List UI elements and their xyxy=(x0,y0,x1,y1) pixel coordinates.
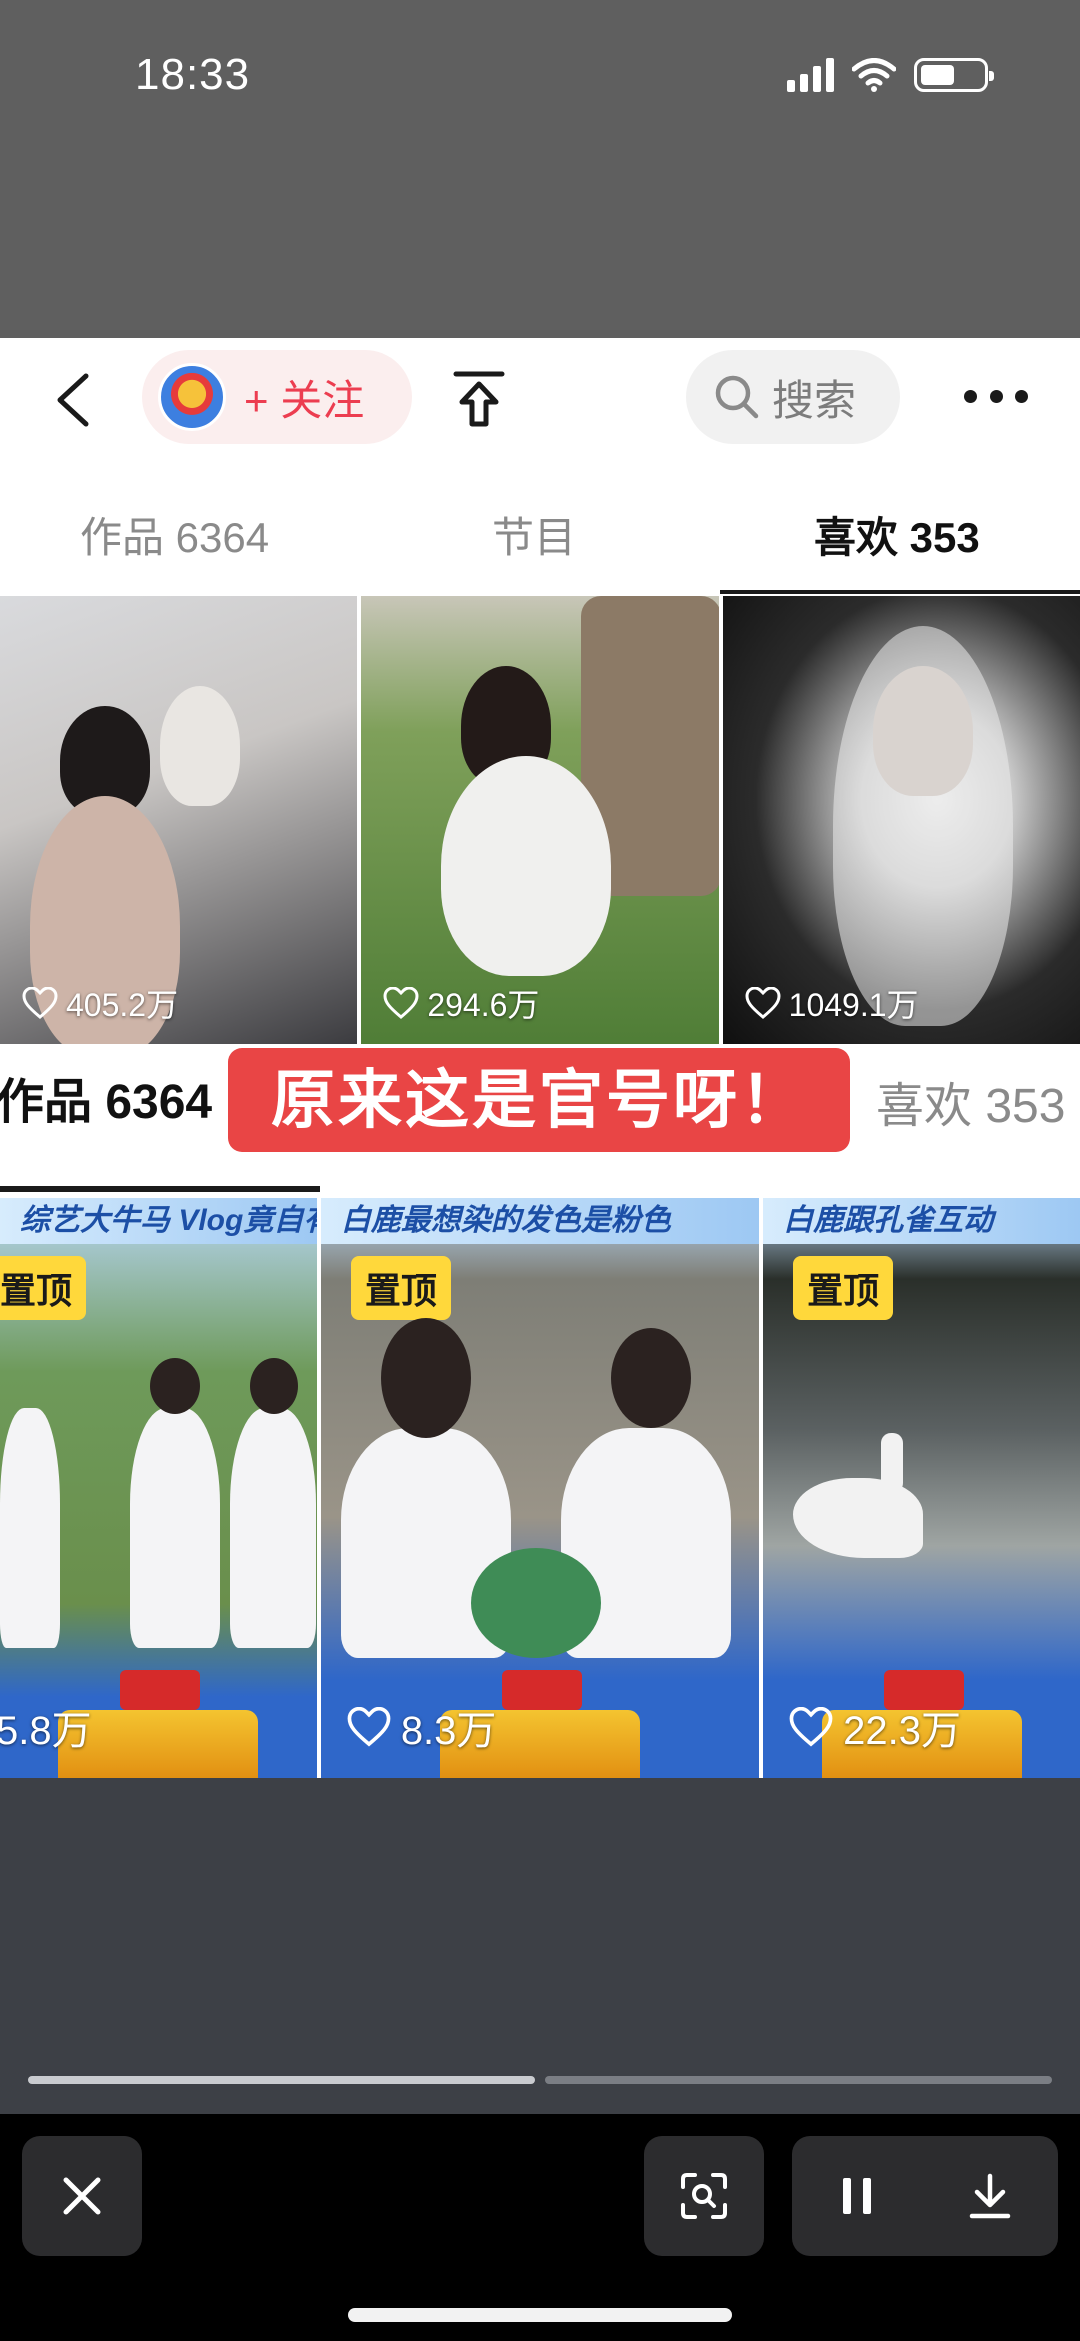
viewer-toolbar xyxy=(0,2114,1080,2341)
active-tab-indicator xyxy=(720,590,1080,594)
status-bar: 18:33 xyxy=(0,0,1080,338)
liked-video-grid: 405.2万 294.6万 1049.1万 xyxy=(0,596,1080,1048)
more-dots-icon[interactable] xyxy=(964,390,1028,404)
follow-button[interactable]: + 关注 xyxy=(142,350,412,444)
like-count-value: 405.2万 xyxy=(66,987,179,1023)
follow-label: + 关注 xyxy=(244,376,365,424)
pinned-badge: 置顶 xyxy=(0,1256,87,1320)
video-banner: 综艺大牛马 Vlog竟自有了 xyxy=(0,1198,317,1244)
pinned-badge: 置顶 xyxy=(793,1256,894,1320)
heart-icon xyxy=(789,1707,833,1747)
progress-segment xyxy=(28,2076,535,2084)
search-icon xyxy=(715,375,759,419)
like-count: 22.3万 xyxy=(789,1698,961,1756)
wifi-icon xyxy=(852,58,896,92)
scan-search-button[interactable] xyxy=(644,2136,764,2256)
download-icon[interactable] xyxy=(967,2172,1013,2220)
tab-programs[interactable]: 节目 xyxy=(492,498,576,578)
like-count: 8.3万 xyxy=(347,1698,497,1756)
signal-icon xyxy=(787,58,834,92)
video-card[interactable]: 1049.1万 xyxy=(722,596,1080,1048)
like-count-value: 5.8万 xyxy=(0,1709,92,1753)
like-count-value: 22.3万 xyxy=(843,1709,962,1753)
zoomed-tab-likes: 喜欢 353 xyxy=(876,1080,1066,1133)
video-card[interactable]: 294.6万 xyxy=(361,596,719,1048)
video-card[interactable]: 综艺大牛马 Vlog竟自有了 置顶 5.8万 xyxy=(0,1198,317,1778)
heart-icon xyxy=(22,987,58,1019)
status-time: 18:33 xyxy=(135,50,251,99)
scan-search-icon xyxy=(681,2173,727,2219)
heart-icon xyxy=(383,987,419,1019)
search-label: 搜索 xyxy=(772,376,857,424)
tab-works[interactable]: 作品 6364 xyxy=(80,498,269,578)
close-button[interactable] xyxy=(22,2136,142,2256)
video-caption: 原来这是官号呀！ xyxy=(228,1048,850,1152)
share-up-icon[interactable] xyxy=(452,368,506,430)
avatar xyxy=(158,363,226,431)
media-controls xyxy=(792,2136,1058,2256)
heart-icon xyxy=(745,987,781,1019)
top-nav: + 关注 搜索 xyxy=(0,338,1080,458)
pinned-badge: 置顶 xyxy=(350,1256,451,1320)
heart-icon xyxy=(347,1707,391,1747)
progress-segment xyxy=(545,2076,1052,2084)
video-card[interactable]: 白鹿最想染的发色是粉色 置顶 8.3万 xyxy=(320,1198,760,1778)
works-video-grid: 综艺大牛马 Vlog竟自有了 置顶 5.8万 白鹿最想染的发色是粉色 置顶 8.… xyxy=(0,1198,1080,1778)
like-count: 294.6万 xyxy=(383,980,539,1026)
like-count: 1049.1万 xyxy=(745,980,919,1026)
story-progress xyxy=(28,2076,1052,2084)
like-count-value: 8.3万 xyxy=(400,1709,497,1753)
tab-likes[interactable]: 喜欢 353 xyxy=(814,498,980,578)
video-card[interactable]: 405.2万 xyxy=(0,596,358,1048)
zoomed-tab-works: 作品 6364 xyxy=(0,1076,213,1129)
profile-tabs: 作品 6364 节目 喜欢 353 xyxy=(0,498,1080,590)
zoomed-active-tab-indicator xyxy=(0,1186,320,1192)
like-count: 5.8万 xyxy=(0,1698,92,1756)
like-count-value: 294.6万 xyxy=(427,987,540,1023)
close-icon xyxy=(63,2177,101,2215)
home-indicator[interactable] xyxy=(348,2308,732,2322)
video-banner: 白鹿最想染的发色是粉色 xyxy=(320,1198,760,1244)
zoomed-tabs-strip: 作品 6364 喜欢 353 原来这是官号呀！ xyxy=(0,1044,1080,1152)
like-count: 405.2万 xyxy=(22,980,178,1026)
video-card[interactable]: 白鹿跟孔雀互动 置顶 22.3万 xyxy=(763,1198,1080,1778)
like-count-value: 1049.1万 xyxy=(788,987,919,1023)
status-icons xyxy=(787,58,994,92)
video-banner: 白鹿跟孔雀互动 xyxy=(763,1198,1080,1244)
back-chevron-icon[interactable] xyxy=(48,370,100,430)
battery-icon xyxy=(914,58,994,92)
search-button[interactable]: 搜索 xyxy=(686,350,900,444)
profile-screen: + 关注 搜索 作品 6364 节目 喜欢 353 405.2万 294.6万 … xyxy=(0,338,1080,1778)
pause-icon[interactable] xyxy=(837,2174,877,2218)
viewer-background xyxy=(0,1778,1080,2114)
